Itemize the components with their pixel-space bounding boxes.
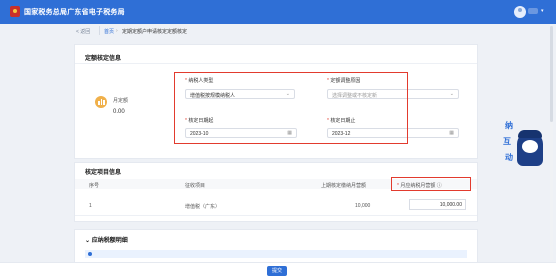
mascot-char: 互 — [503, 137, 511, 146]
row-prev-amount: 10,000 — [355, 203, 371, 209]
column-header: 序号 — [89, 183, 100, 189]
mascot-char: 纳 — [505, 121, 513, 130]
row-project: 增值税（广东） — [185, 204, 221, 210]
tax-detail-card: ⌄ 应纳税额明细 — [74, 229, 478, 263]
chevron-down-icon: ⌄ — [449, 91, 454, 97]
breadcrumb-home-link[interactable]: 首页 — [104, 28, 114, 35]
user-name[interactable] — [528, 8, 538, 14]
column-header: 上期核定缴纳月营额 — [321, 183, 367, 189]
chevron-right-icon: › — [116, 28, 118, 34]
section-title: 核定项目信息 — [85, 170, 122, 176]
assistant-mascot[interactable]: 纳 互 动 — [503, 118, 549, 170]
bar-chart-icon — [95, 96, 107, 108]
footer-bar: 提交 — [0, 262, 556, 280]
highlight-box — [391, 177, 471, 191]
monthly-fee-value: 0.00 — [113, 109, 125, 115]
amount-input[interactable]: 10,000.00 — [409, 199, 466, 210]
info-notice — [85, 250, 467, 258]
breadcrumb-current: 定期定额户申请核定定额核定 — [122, 29, 188, 35]
column-header: 征收项目 — [185, 183, 206, 189]
section-title: 定额核定信息 — [85, 56, 122, 62]
divider — [75, 215, 477, 216]
row-index: 1 — [89, 203, 92, 209]
monthly-fee-label: 月定额 — [113, 98, 129, 104]
back-link[interactable]: < 返回 — [76, 28, 90, 35]
submit-button[interactable]: 提交 — [267, 266, 287, 276]
site-title: 国家税务总局广东省电子税务局 — [24, 9, 125, 16]
chevron-down-icon[interactable]: ▾ — [541, 8, 544, 14]
info-icon — [88, 252, 92, 256]
divider — [75, 63, 477, 64]
items-card: 核定项目信息 序号 征收项目 上期核定缴纳月营额 * 月应纳税月营额 ⓘ 1 增… — [74, 162, 478, 222]
mascot-face-icon — [522, 140, 538, 153]
scrollbar-thumb[interactable] — [550, 26, 553, 122]
mascot-cap — [518, 130, 542, 138]
tax-emblem-icon — [10, 6, 20, 17]
top-header: 国家税务总局广东省电子税务局 ▾ — [0, 0, 556, 24]
mascot-char: 动 — [505, 153, 513, 162]
calendar-icon: ▦ — [449, 130, 454, 136]
divider — [99, 26, 100, 35]
user-avatar-icon[interactable] — [514, 6, 526, 18]
highlight-box — [174, 72, 408, 144]
breadcrumb: < 返回 首页 › 定期定额户申请核定定额核定 — [66, 26, 486, 36]
section-title[interactable]: ⌄ 应纳税额明细 — [85, 235, 128, 244]
